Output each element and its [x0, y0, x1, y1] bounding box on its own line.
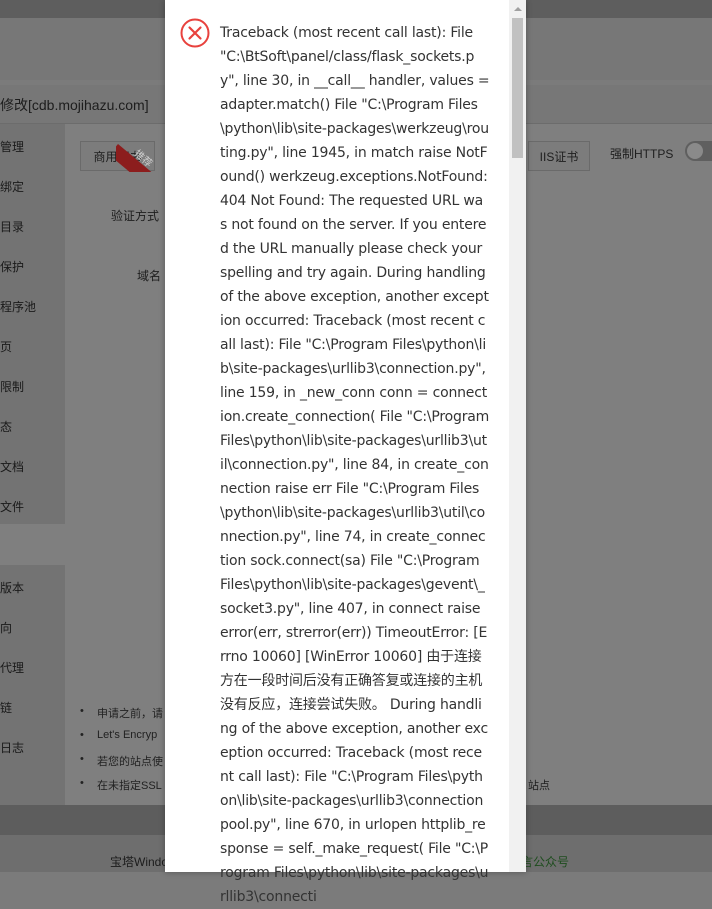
- verify-method-label: 验证方式: [111, 209, 160, 223]
- footer-left-text: 宝塔Windo: [110, 855, 169, 869]
- sidebar-item[interactable]: 向: [0, 619, 12, 636]
- sidebar-item[interactable]: 链: [0, 699, 12, 716]
- settings-sidebar: 管理 绑定 目录 保护 程序池 页 限制 态 文档 文件: [0, 124, 65, 524]
- domain-label: 域名: [137, 269, 162, 283]
- force-https-toggle[interactable]: [685, 141, 712, 161]
- tip-text: 申请之前，请: [97, 708, 163, 720]
- tip-text: 在未指定SSL: [97, 780, 162, 792]
- tip-text: Let's Encryp: [97, 729, 158, 741]
- close-circle-icon: [180, 18, 210, 48]
- settings-sidebar-lower: 版本 向 代理 链 日志: [0, 565, 65, 805]
- sidebar-item[interactable]: 文件: [0, 498, 24, 515]
- sidebar-item[interactable]: 态: [0, 418, 12, 435]
- tip-tail: 站点: [528, 780, 550, 792]
- footer-right-link[interactable]: 言公众号: [521, 853, 569, 870]
- sidebar-item[interactable]: 管理: [0, 138, 24, 155]
- window-title: 修改[cdb.mojihazu.com]: [0, 97, 149, 113]
- list-item: 在未指定SSL: [80, 777, 162, 793]
- sidebar-item[interactable]: 版本: [0, 579, 24, 596]
- list-item: 若您的站点使: [80, 753, 163, 769]
- force-https-label: 强制HTTPS: [610, 147, 674, 161]
- sidebar-item[interactable]: 程序池: [0, 298, 36, 315]
- list-item: 申请之前，请: [80, 705, 163, 721]
- sidebar-item[interactable]: 限制: [0, 378, 24, 395]
- sidebar-item[interactable]: 绑定: [0, 178, 24, 195]
- error-message: Traceback (most recent call last): File …: [220, 25, 490, 905]
- tip-text: 若您的站点使: [97, 756, 163, 768]
- scroll-up-icon[interactable]: [509, 0, 526, 17]
- sidebar-item[interactable]: 目录: [0, 218, 24, 235]
- sidebar-item[interactable]: 页: [0, 338, 12, 355]
- sidebar-item[interactable]: 代理: [0, 659, 24, 676]
- scrollbar-thumb[interactable]: [512, 18, 523, 158]
- list-item: Let's Encryp: [80, 729, 157, 741]
- sidebar-item[interactable]: 文档: [0, 458, 24, 475]
- error-scrollbar[interactable]: [509, 0, 526, 872]
- sidebar-item[interactable]: 保护: [0, 258, 24, 275]
- tab-iis-cert[interactable]: IIS证书: [528, 141, 590, 171]
- recommend-badge: 推荐: [116, 136, 158, 172]
- sidebar-item[interactable]: 日志: [0, 739, 24, 756]
